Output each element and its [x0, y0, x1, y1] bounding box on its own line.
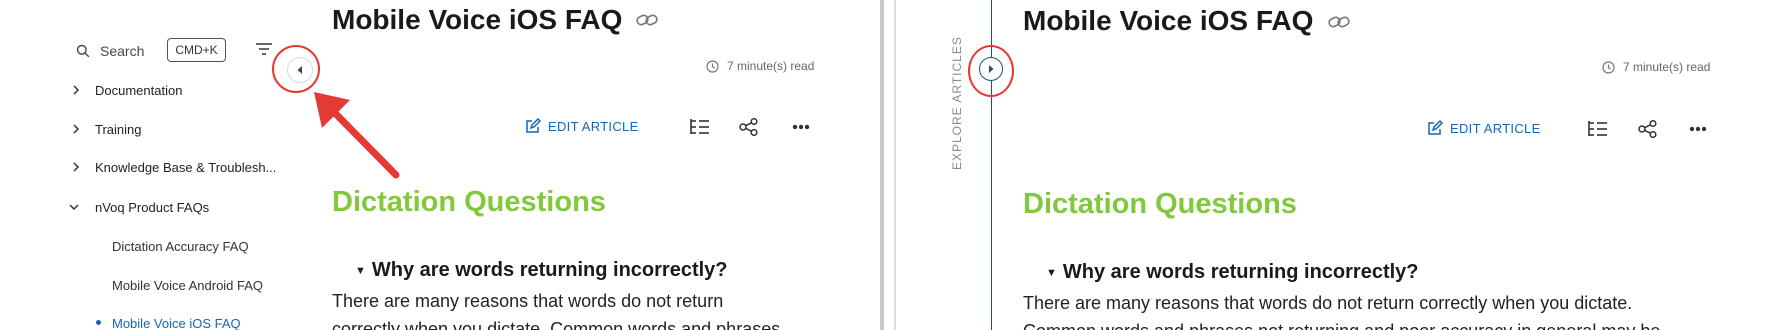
edit-article-button[interactable]: EDIT ARTICLE [1427, 120, 1541, 136]
body-line-2: Common words and phrases not returning a… [1023, 317, 1660, 330]
share-icon[interactable] [739, 118, 758, 136]
search-shortcut-badge: CMD+K [167, 38, 226, 62]
chevron-right-icon [73, 124, 80, 134]
body-line-1: There are many reasons that words do not… [1023, 293, 1633, 313]
nav-child-mobile-voice-ios[interactable]: Mobile Voice iOS FAQ [112, 316, 241, 330]
annotation-arrow [314, 92, 400, 179]
read-time-label: 7 minute(s) read [727, 59, 815, 73]
chevron-down-icon [69, 204, 79, 211]
edit-article-label: EDIT ARTICLE [1450, 120, 1541, 136]
link-icon[interactable] [1328, 15, 1350, 29]
more-icon[interactable] [1689, 126, 1707, 132]
search-trigger[interactable]: Search [76, 40, 144, 62]
nav-item-documentation[interactable]: Documentation [95, 83, 182, 98]
nav-item-training[interactable]: Training [95, 122, 141, 137]
question-text: Why are words returning incorrectly? [371, 259, 728, 281]
filter-icon[interactable] [256, 42, 272, 56]
page-title: Mobile Voice iOS FAQ [1023, 5, 1314, 36]
section-heading: Dictation Questions [332, 186, 606, 218]
link-icon[interactable] [636, 13, 658, 27]
chevron-right-icon [73, 162, 80, 172]
annotation-circle [968, 45, 1014, 97]
question-heading[interactable]: ▼ Why are words returning incorrectly? [1046, 261, 1419, 284]
chevron-right-icon [73, 85, 80, 95]
annotation-circle [272, 45, 320, 93]
body-line-1: There are many reasons that words do not… [332, 291, 724, 311]
share-icon[interactable] [1638, 120, 1657, 138]
edit-icon [1428, 120, 1443, 135]
clock-icon [1602, 60, 1615, 74]
search-icon [76, 44, 90, 58]
edit-icon [526, 118, 541, 133]
toc-icon[interactable] [689, 118, 710, 135]
read-time: 7 minute(s) read [706, 59, 814, 73]
screenshot-divider-right [894, 0, 896, 330]
expand-triangle-icon: ▼ [1046, 267, 1057, 279]
section-heading: Dictation Questions [1023, 188, 1297, 220]
toc-icon[interactable] [1587, 120, 1608, 137]
edit-article-label: EDIT ARTICLE [548, 118, 639, 134]
explore-articles-label[interactable]: EXPLORE ARTICLES [950, 36, 964, 170]
left-screenshot-panel: Search CMD+K Documentation Training Know… [0, 0, 880, 330]
read-time-label: 7 minute(s) read [1623, 60, 1711, 74]
nav-item-knowledge-base[interactable]: Knowledge Base & Troublesh... [95, 160, 276, 175]
search-label: Search [100, 43, 145, 59]
question-text: Why are words returning incorrectly? [1062, 261, 1419, 283]
right-screenshot-panel: EXPLORE ARTICLES Mobile Voice iOS FAQ 7 … [898, 0, 1780, 330]
expand-triangle-icon: ▼ [355, 265, 366, 277]
body-line-2: correctly when you dictate. Common words… [332, 319, 781, 330]
nav-item-nvoq-product-faqs[interactable]: nVoq Product FAQs [95, 200, 209, 215]
page-title: Mobile Voice iOS FAQ [332, 4, 623, 35]
edit-article-button[interactable]: EDIT ARTICLE [525, 118, 639, 134]
read-time: 7 minute(s) read [1602, 60, 1710, 74]
nav-child-dictation-accuracy[interactable]: Dictation Accuracy FAQ [112, 239, 249, 254]
screenshot-divider-left [880, 0, 884, 330]
active-indicator [96, 320, 101, 325]
more-icon[interactable] [792, 124, 810, 130]
nav-child-mobile-voice-android[interactable]: Mobile Voice Android FAQ [112, 278, 263, 293]
question-heading[interactable]: ▼ Why are words returning incorrectly? [355, 259, 728, 282]
clock-icon [706, 59, 719, 73]
